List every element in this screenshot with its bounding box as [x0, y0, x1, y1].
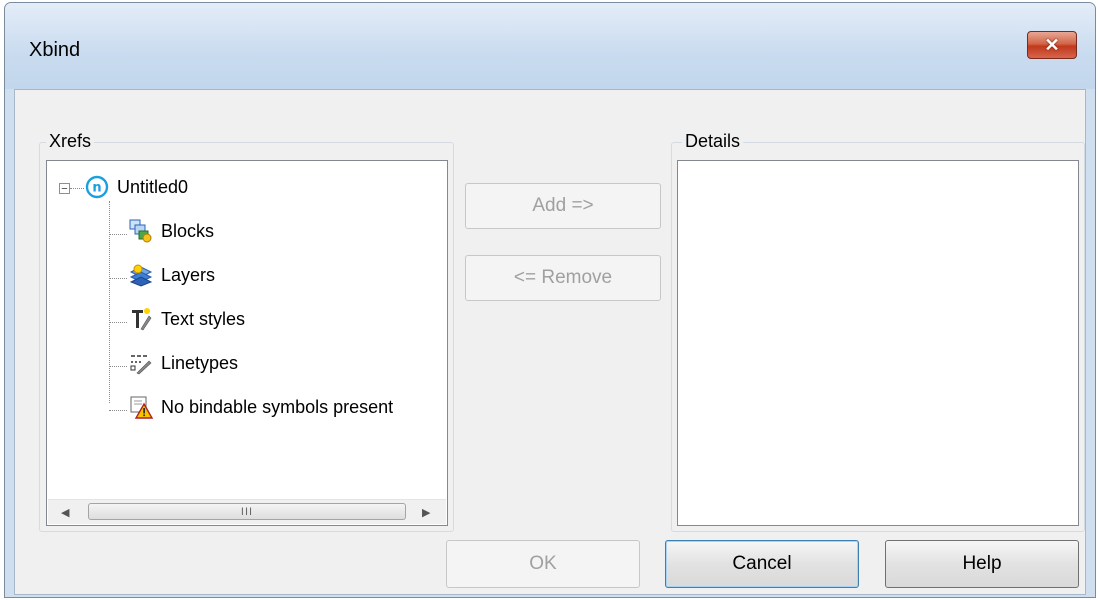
dialog-body: Xrefs − n Untitled0 Blocks Layers Text s… — [14, 89, 1086, 595]
close-button[interactable]: ✕ — [1027, 31, 1077, 59]
tree-node-layers[interactable]: Layers — [129, 263, 215, 287]
close-icon: ✕ — [1044, 34, 1060, 55]
scroll-right-arrow-icon[interactable]: ▶ — [422, 506, 430, 519]
text-styles-icon — [132, 308, 152, 331]
layers-icon — [129, 264, 153, 287]
tree-node-text-styles[interactable]: Text styles — [129, 307, 245, 331]
svg-text:n: n — [92, 181, 101, 196]
add-button[interactable]: Add => — [465, 183, 661, 229]
xrefs-label: Xrefs — [46, 131, 95, 152]
blocks-icon — [129, 219, 152, 243]
tree-node-label: Text styles — [161, 308, 246, 329]
tree-node-linetypes[interactable]: Linetypes — [129, 351, 238, 375]
scroll-left-arrow-icon[interactable]: ◀ — [61, 506, 69, 519]
tree-node-blocks[interactable]: Blocks — [129, 219, 214, 243]
details-panel[interactable] — [677, 160, 1079, 526]
tree-connector — [109, 366, 127, 367]
tree-connector — [109, 201, 110, 403]
help-button[interactable]: Help — [885, 540, 1079, 588]
horizontal-scrollbar[interactable]: ◀ III ▶ — [48, 499, 446, 524]
cancel-button[interactable]: Cancel — [665, 540, 859, 588]
tree-connector — [70, 188, 84, 189]
tree-node-no-symbols[interactable]: No bindable symbols present — [129, 395, 393, 419]
tree-connector — [109, 234, 127, 235]
tree-connector — [109, 410, 127, 411]
details-label: Details — [682, 131, 744, 152]
tree-node-untitled0[interactable]: n Untitled0 — [85, 175, 188, 199]
linetypes-icon — [130, 355, 152, 375]
grip-icon: III — [240, 505, 254, 518]
window-title: Xbind — [29, 39, 81, 61]
scrollbar-thumb[interactable]: III — [88, 503, 406, 520]
collapse-toggle[interactable]: − — [59, 183, 70, 194]
warning-icon — [130, 396, 153, 419]
tree-connector — [109, 322, 127, 323]
remove-button[interactable]: <= Remove — [465, 255, 661, 301]
ok-button[interactable]: OK — [446, 540, 640, 588]
xbind-dialog: Xbind ✕ Xrefs − n Untitled0 Blocks Layer… — [4, 2, 1096, 598]
xrefs-tree[interactable]: − n Untitled0 Blocks Layers Text styles … — [46, 160, 448, 526]
drawing-icon: n — [85, 175, 109, 199]
tree-node-label: Blocks — [161, 220, 215, 241]
tree-node-label: Untitled0 — [117, 176, 189, 197]
tree-connector — [109, 278, 127, 279]
title-bar[interactable]: Xbind ✕ — [5, 3, 1095, 89]
tree-node-label: Linetypes — [161, 352, 239, 373]
tree-node-label: No bindable symbols present — [161, 396, 394, 417]
tree-node-label: Layers — [161, 264, 216, 285]
